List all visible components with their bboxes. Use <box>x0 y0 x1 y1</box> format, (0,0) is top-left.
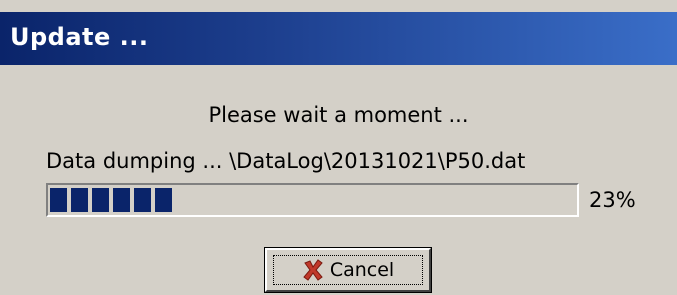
progress-block <box>92 188 109 212</box>
window-title: Update ... <box>10 23 149 51</box>
cancel-button-label: Cancel <box>329 259 395 281</box>
progress-block <box>134 188 151 212</box>
progress-percent: 23% <box>589 188 636 212</box>
progress-block <box>155 188 172 212</box>
cancel-button[interactable]: Cancel <box>264 247 432 293</box>
progress-block <box>71 188 88 212</box>
progress-block <box>113 188 130 212</box>
red-x-icon <box>302 259 324 281</box>
progress-bar <box>46 183 579 217</box>
progress-fill <box>50 188 172 212</box>
wait-message: Please wait a moment ... <box>208 103 469 127</box>
cancel-button-focus: Cancel <box>273 255 423 285</box>
title-bar[interactable]: Update ... <box>0 12 677 65</box>
progress-block <box>50 188 67 212</box>
update-dialog: Update ... Please wait a moment ... Data… <box>0 0 677 295</box>
status-text: Data dumping ... \DataLog\20131021\P50.d… <box>46 149 526 173</box>
